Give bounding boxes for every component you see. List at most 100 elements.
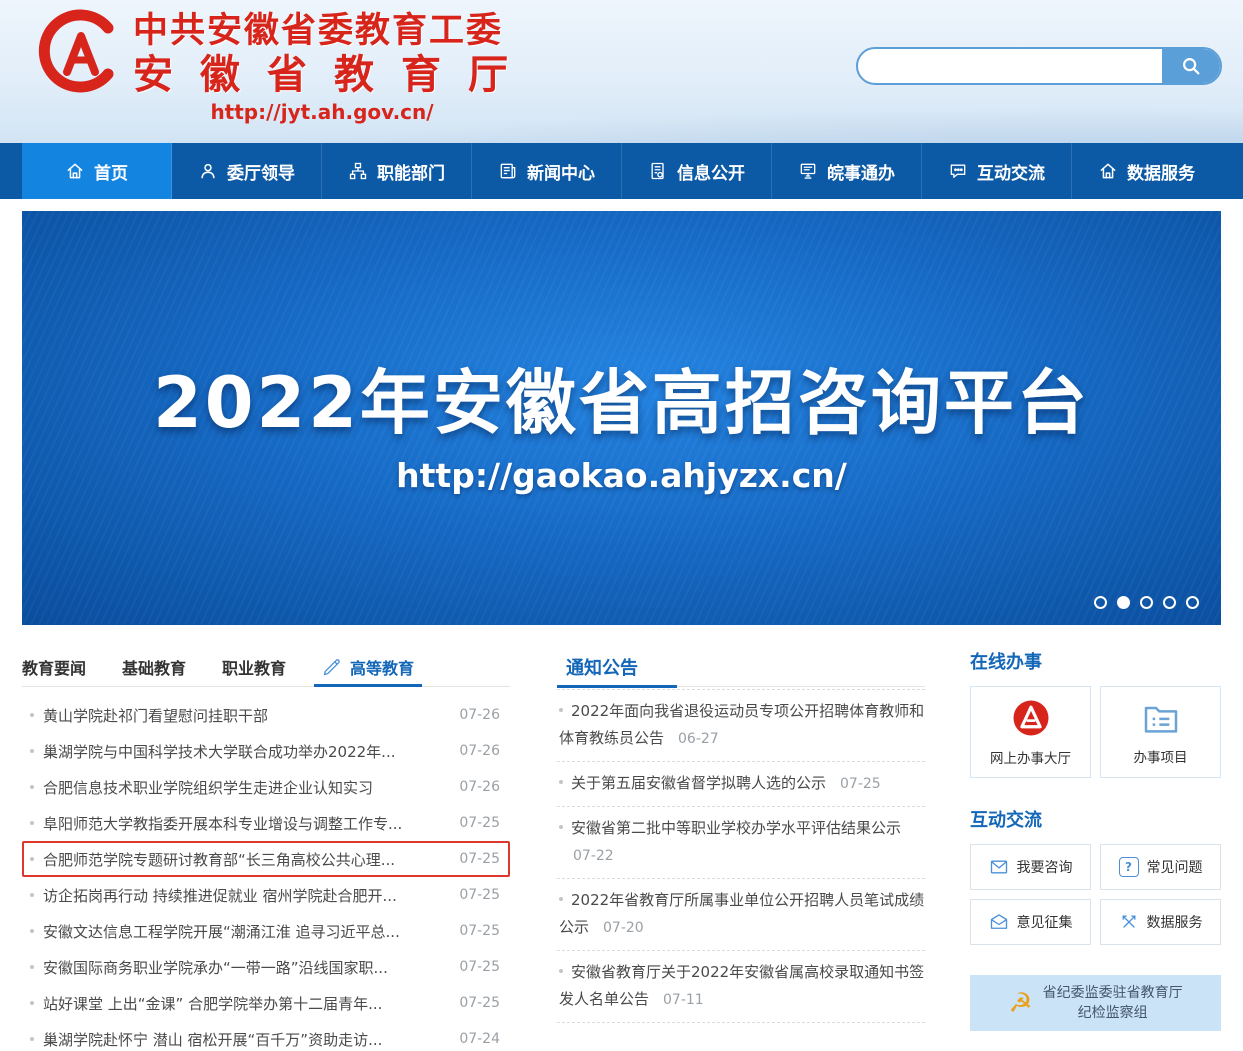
home-icon [65,161,85,181]
notice-item[interactable]: 2022年省教育厅所属事业单位公开招聘人员笔试成绩公示07-20 [557,879,925,951]
notice-list: 2022年面向我省退役运动员专项公开招聘体育教师和体育教练员公告06-27关于第… [557,689,925,1023]
service-card-service-items[interactable]: 办事项目 [1100,686,1221,778]
news-list: 黄山学院赴祁门看望慰问挂职干部07-26巢湖学院与中国科学技术大学联合成功举办2… [22,697,510,1051]
bullet-icon [559,708,563,712]
interaction-button-opinion-collect[interactable]: 意见征集 [970,899,1091,945]
ah-gov-logo-icon [1010,697,1052,739]
nav-item-label: 职能部门 [377,159,445,184]
hero-banner[interactable]: 2022年安徽省高招咨询平台 http://gaokao.ahjyzx.cn/ [22,211,1221,625]
news-item[interactable]: 安徽文达信息工程学院开展“潮涌江淮 追寻习近平总...07-25 [22,913,510,949]
news-item[interactable]: 站好课堂 上出“金课” 合肥学院举办第十二届青年... 07-25 [22,985,510,1021]
bullet-icon [30,929,34,933]
news-item-title: 站好课堂 上出“金课” 合肥学院举办第十二届青年... [43,993,449,1014]
news-item[interactable]: 巢湖学院与中国科学技术大学联合成功举办2022年...07-26 [22,733,510,769]
nav-item-departments[interactable]: 职能部门 [322,143,472,199]
notice-item[interactable]: 关于第五届安徽省督学拟聘人选的公示07-25 [557,762,925,807]
news-item-title: 合肥师范学院专题研讨教育部“长三角高校公共心理... [43,849,449,870]
notice-item-date: 06-27 [678,731,719,747]
carousel-dot-2[interactable] [1117,596,1130,609]
news-item[interactable]: 黄山学院赴祁门看望慰问挂职干部07-26 [22,697,510,733]
nav-item-wanshi-tongban[interactable]: 皖事通办 [772,143,922,199]
search-input[interactable] [858,49,1162,83]
service-card-label: 网上办事大厅 [990,747,1071,767]
sidebar: 在线办事 网上办事大厅 办事项目 互动交流 我要咨询 ?常见问题意见征集 数据服务 ☭… [970,648,1221,1031]
news-item[interactable]: 访企拓岗再行动 持续推进促就业 宿州学院赴合肥开...07-25 [22,877,510,913]
notice-item-title: 安徽省第二批中等职业学校办学水平评估结果公示 [571,819,901,837]
interaction-title: 互动交流 [970,806,1221,832]
inspection-banner[interactable]: ☭ 省纪委监委驻省教育厅 纪检监察组 [970,975,1221,1031]
nav-item-leaders[interactable]: 委厅领导 [172,143,322,199]
service-card-online-service-hall[interactable]: 网上办事大厅 [970,686,1091,778]
nav-item-label: 互动交流 [977,159,1045,184]
orgchart-icon [348,161,368,181]
carousel-dot-4[interactable] [1163,596,1176,609]
notice-item-title: 2022年面向我省退役运动员专项公开招聘体育教师和体育教练员公告 [559,702,924,747]
news-item-title: 巢湖学院赴怀宁 潜山 宿松开展“百千万”资助走访... [43,1029,449,1050]
bullet-icon [559,969,563,973]
online-services-title: 在线办事 [970,648,1221,674]
interaction-button-label: 意见征集 [1017,912,1073,932]
notice-item-date: 07-22 [573,848,614,864]
news-item-date: 07-25 [459,995,500,1011]
news-item[interactable]: 巢湖学院赴怀宁 潜山 宿松开展“百千万”资助走访...07-24 [22,1021,510,1051]
carousel-dots [1094,596,1199,609]
tab-label: 省政府信息转载 [737,1048,856,1051]
tab-state-council[interactable]: 国务院信息转载 [557,1039,705,1051]
tab-education-news[interactable]: 教育要闻 [22,648,86,686]
bullet-icon [30,749,34,753]
house-icon [1098,161,1118,181]
site-url: http://jyt.ah.gov.cn/ [133,99,511,125]
bullet-icon [30,1001,34,1005]
pens-icon [1119,912,1139,932]
news-item-date: 07-25 [459,815,500,831]
nav-item-home[interactable]: 首页 [22,143,172,199]
person-icon [198,161,218,181]
carousel-dot-1[interactable] [1094,596,1107,609]
interaction-button-label: 常见问题 [1147,857,1203,877]
interaction-button-consult[interactable]: 我要咨询 [970,844,1091,890]
search-button[interactable] [1162,49,1220,83]
nav-item-interaction[interactable]: 互动交流 [922,143,1072,199]
bullet-icon [30,713,34,717]
site-header: 中共安徽省委教育工委 安徽省教育厅 http://jyt.ah.gov.cn/ [0,0,1243,143]
nav-item-label: 委厅领导 [227,159,295,184]
search-icon [1180,55,1202,77]
interaction-button-faq[interactable]: ?常见问题 [1100,844,1221,890]
carousel-dot-3[interactable] [1140,596,1153,609]
banner-title: 2022年安徽省高招咨询平台 [22,347,1221,448]
nav-item-label: 首页 [94,159,128,184]
tab-higher-education[interactable]: 高等教育 [322,648,414,686]
org-title-line2: 安徽省教育厅 [133,52,508,99]
interaction-button-label: 我要咨询 [1017,857,1073,877]
nav-item-info-disclosure[interactable]: 信息公开 [622,143,772,199]
notice-item[interactable]: 安徽省教育厅关于2022年安徽省属高校录取通知书签发人名单公告07-11 [557,951,925,1023]
news-item[interactable]: 安徽国际商务职业学院承办“一带一路”沿线国家职...07-25 [22,949,510,985]
document-icon [648,161,668,181]
tab-vocational-education[interactable]: 职业教育 [222,648,286,686]
notice-item-date: 07-20 [603,920,644,936]
mail-open-icon [989,912,1009,932]
service-card-label: 办事项目 [1134,746,1188,766]
news-item-title: 巢湖学院与中国科学技术大学联合成功举办2022年... [43,741,449,762]
news-item[interactable]: 合肥信息技术职业学院组织学生走进企业认知实习07-26 [22,769,510,805]
chat-icon [948,161,968,181]
interaction-button-data-service[interactable]: 数据服务 [1100,899,1221,945]
news-item-date: 07-25 [459,851,500,867]
org-title-line1: 中共安徽省委教育工委 [133,10,511,52]
news-item-title: 安徽国际商务职业学院承办“一带一路”沿线国家职... [43,957,449,978]
nav-item-news-center[interactable]: 新闻中心 [472,143,622,199]
news-item-title: 合肥信息技术职业学院组织学生走进企业认知实习 [43,777,449,798]
tab-basic-education[interactable]: 基础教育 [122,648,186,686]
site-search [856,47,1222,85]
news-item[interactable]: 阜阳师范大学教指委开展本科专业增设与调整工作专...07-25 [22,805,510,841]
notice-item[interactable]: 2022年面向我省退役运动员专项公开招聘体育教师和体育教练员公告06-27 [557,689,925,762]
news-tabs: 教育要闻 基础教育职业教育高等教育 [22,648,510,687]
inspection-line2: 纪检监察组 [1043,1003,1183,1023]
tab-label: 教育要闻 [22,655,86,679]
tab-provincial-gov[interactable]: 省政府信息转载 [737,1039,856,1051]
nav-item-data-service[interactable]: 数据服务 [1072,143,1221,199]
carousel-dot-5[interactable] [1186,596,1199,609]
bullet-icon [30,821,34,825]
notice-item[interactable]: 安徽省第二批中等职业学校办学水平评估结果公示 07-22 [557,807,925,879]
news-item-highlighted[interactable]: 合肥师范学院专题研讨教育部“长三角高校公共心理... 07-25 [22,841,510,877]
